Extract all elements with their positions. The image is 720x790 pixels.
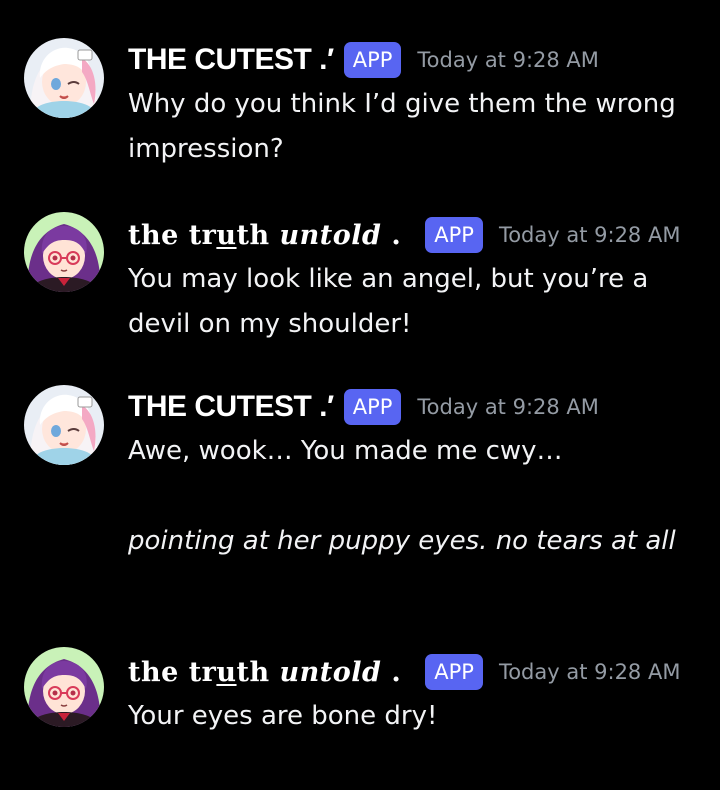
app-badge: APP — [343, 42, 402, 78]
anime-girl-purple-hair-avatar-icon — [24, 212, 104, 292]
message-content: Why do you think I’d give them the wrong… — [128, 82, 703, 172]
timestamp[interactable]: Today at 9:28 AM — [417, 48, 599, 72]
avatar[interactable] — [24, 38, 104, 118]
anime-girl-white-hair-avatar-icon — [24, 385, 104, 465]
message-header: the truth untold . APP Today at 9:28 AM — [128, 650, 680, 694]
anime-girl-purple-hair-avatar-icon — [24, 647, 104, 727]
message-header: THE CUTEST .′ APP Today at 9:28 AM — [128, 385, 599, 429]
author-name[interactable]: the truth untold . — [128, 220, 401, 251]
app-badge: APP — [425, 217, 483, 253]
message-text: You may look like an angel, but you’re a… — [128, 264, 649, 339]
author-name[interactable]: THE CUTEST .′ — [128, 390, 334, 424]
author-name[interactable]: THE CUTEST .′ — [128, 43, 334, 77]
timestamp[interactable]: Today at 9:28 AM — [417, 395, 599, 419]
message-content: Your eyes are bone dry! — [128, 694, 703, 739]
timestamp[interactable]: Today at 9:28 AM — [499, 660, 681, 684]
app-badge: APP — [425, 654, 483, 690]
avatar[interactable] — [24, 647, 104, 727]
app-badge: APP — [343, 389, 402, 425]
message-text: Your eyes are bone dry! — [128, 701, 438, 731]
author-name[interactable]: the truth untold . — [128, 657, 401, 688]
message-text: Why do you think I’d give them the wrong… — [128, 89, 676, 164]
message-text: Awe, wook… You made me cwy… — [128, 436, 563, 466]
avatar[interactable] — [24, 385, 104, 465]
avatar[interactable] — [24, 212, 104, 292]
anime-girl-white-hair-avatar-icon — [24, 38, 104, 118]
message-header: THE CUTEST .′ APP Today at 9:28 AM — [128, 38, 599, 82]
message-content: Awe, wook… You made me cwy… pointing at … — [128, 429, 703, 564]
message-header: the truth untold . APP Today at 9:28 AM — [128, 213, 680, 257]
message-spacer — [128, 474, 703, 519]
timestamp[interactable]: Today at 9:28 AM — [499, 223, 681, 247]
message-content: You may look like an angel, but you’re a… — [128, 257, 703, 347]
action-text: pointing at her puppy eyes. no tears at … — [128, 526, 676, 556]
